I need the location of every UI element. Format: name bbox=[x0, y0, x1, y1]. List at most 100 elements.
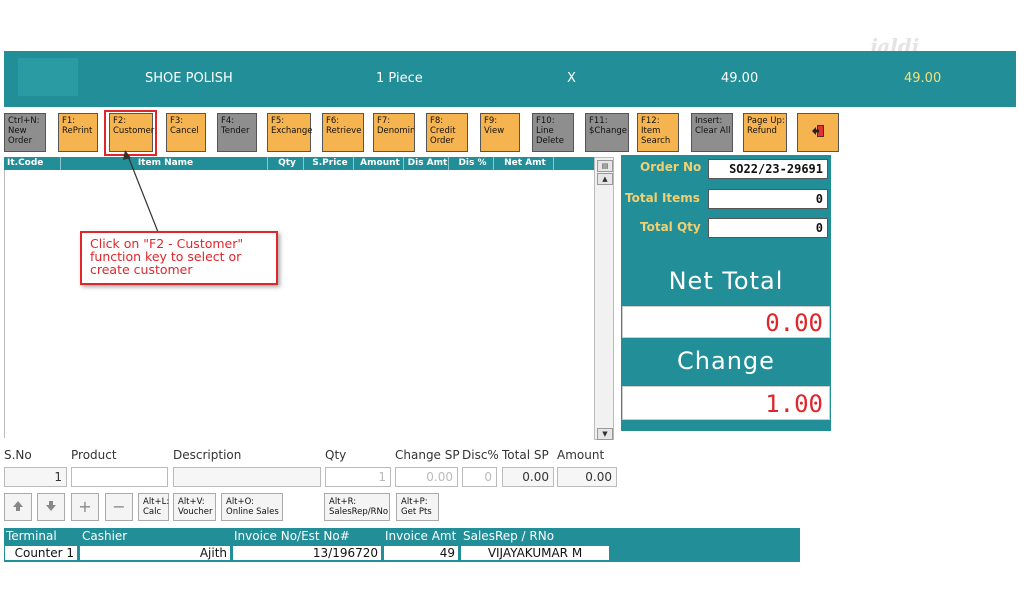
key-hint: F3: bbox=[170, 116, 184, 126]
key-label: $Change bbox=[589, 126, 627, 136]
key-hint: Alt+O: bbox=[226, 497, 255, 507]
salesrep-button[interactable]: Alt+R: SalesRep/RNo bbox=[324, 493, 390, 521]
key-hint: Ctrl+N: bbox=[8, 116, 40, 126]
exchange-button[interactable]: F5: Exchange bbox=[267, 113, 313, 152]
disc-label: Disc% bbox=[462, 448, 499, 462]
item-search-button[interactable]: F12: Item Search bbox=[637, 113, 679, 152]
column-header: S.Price bbox=[304, 157, 354, 170]
credit-order-button[interactable]: F8: Credit Order bbox=[426, 113, 468, 152]
order-no-field: SO22/23-29691 bbox=[708, 159, 828, 179]
qty-label: Qty bbox=[325, 448, 347, 462]
move-down-button[interactable] bbox=[37, 493, 65, 521]
plus-icon: + bbox=[78, 497, 92, 516]
amount-field: 0.00 bbox=[557, 467, 617, 487]
column-header: It.Code bbox=[4, 157, 61, 170]
reprint-button[interactable]: F1: RePrint bbox=[58, 113, 98, 152]
key-hint: F7: bbox=[377, 116, 391, 126]
key-hint: F9: bbox=[484, 116, 498, 126]
key-label: Online Sales bbox=[226, 507, 279, 517]
items-grid-scrollbar[interactable]: ▤ ▲ ▼ bbox=[594, 157, 614, 440]
view-button[interactable]: F9: View bbox=[480, 113, 520, 152]
items-grid[interactable] bbox=[4, 170, 595, 438]
total-sp-field: 0.00 bbox=[502, 467, 554, 487]
net-total-label: Net Total bbox=[668, 267, 784, 295]
change-value: 1.00 bbox=[622, 386, 830, 420]
total-items-label: Total Items bbox=[625, 191, 700, 205]
key-hint: F10: bbox=[536, 116, 555, 126]
key-hint: Page Up: bbox=[747, 116, 785, 126]
exit-button[interactable] bbox=[797, 113, 839, 152]
instruction-callout: Click on "F2 - Customer" function key to… bbox=[80, 231, 278, 285]
qty-input[interactable]: 1 bbox=[325, 467, 391, 487]
change-label: Change bbox=[677, 347, 775, 375]
store-logo bbox=[18, 58, 78, 96]
key-hint: Alt+P: bbox=[401, 497, 428, 507]
voucher-button[interactable]: Alt+V: Voucher bbox=[173, 493, 216, 521]
key-hint: F1: bbox=[62, 116, 76, 126]
cashier-value: Ajith bbox=[80, 546, 230, 560]
key-hint: F5: bbox=[271, 116, 285, 126]
banner-unit-price: 49.00 bbox=[721, 71, 759, 86]
key-label: Voucher bbox=[178, 507, 213, 517]
product-input[interactable] bbox=[71, 467, 168, 487]
net-total-value: 0.00 bbox=[622, 306, 830, 338]
sno-label: S.No bbox=[4, 448, 32, 462]
banner-quantity: 1 Piece bbox=[376, 71, 423, 86]
key-label: Search bbox=[641, 136, 671, 146]
total-qty-field: 0 bbox=[708, 218, 828, 238]
minus-icon: − bbox=[112, 497, 126, 516]
invoice-amt-value: 49 bbox=[384, 546, 458, 560]
move-up-button[interactable] bbox=[4, 493, 32, 521]
refund-button[interactable]: Page Up: Refund bbox=[743, 113, 787, 152]
key-label: Exchange bbox=[271, 126, 313, 136]
key-label: Cancel bbox=[170, 126, 199, 136]
key-hint: F11: bbox=[589, 116, 608, 126]
online-sales-button[interactable]: Alt+O: Online Sales bbox=[221, 493, 283, 521]
key-hint: Alt+R: bbox=[329, 497, 357, 507]
scroll-down-icon[interactable]: ▼ bbox=[597, 428, 613, 440]
scroll-up-icon[interactable]: ▲ bbox=[597, 173, 613, 185]
new-order-button[interactable]: Ctrl+N: New Order bbox=[4, 113, 46, 152]
key-label: View bbox=[484, 126, 505, 136]
key-label: Calc bbox=[143, 507, 162, 517]
salesrep-value: VIJAYAKUMAR M bbox=[461, 546, 609, 560]
decrease-qty-button[interactable]: − bbox=[105, 493, 133, 521]
description-field bbox=[173, 467, 321, 487]
key-hint: Alt+V: bbox=[178, 497, 205, 507]
key-label: Line bbox=[536, 126, 554, 136]
exit-icon bbox=[812, 125, 824, 137]
increase-qty-button[interactable]: + bbox=[71, 493, 99, 521]
change-sp-input[interactable]: 0.00 bbox=[395, 467, 458, 487]
retrieve-button[interactable]: F6: Retrieve bbox=[322, 113, 364, 152]
description-label: Description bbox=[173, 448, 242, 462]
column-header: Amount bbox=[354, 157, 404, 170]
tender-button[interactable]: F4: Tender bbox=[217, 113, 257, 152]
banner-multiplier: X bbox=[567, 71, 576, 86]
key-label: RePrint bbox=[62, 126, 93, 136]
column-header: Dis % bbox=[449, 157, 494, 170]
current-item-banner: SHOE POLISH 1 Piece X 49.00 49.00 bbox=[4, 51, 1016, 107]
terminal-value: Counter 1 bbox=[5, 546, 77, 560]
arrow-up-icon bbox=[13, 501, 23, 511]
clear-all-button[interactable]: Insert: Clear All bbox=[691, 113, 733, 152]
column-header: Net Amt bbox=[494, 157, 554, 170]
column-header: Qty bbox=[268, 157, 304, 170]
callout-arrow bbox=[123, 150, 159, 233]
denomination-button[interactable]: F7: Denomin bbox=[373, 113, 415, 152]
order-no-label: Order No bbox=[640, 160, 702, 174]
status-footer: Terminal Cashier Invoice No/Est No# Invo… bbox=[4, 528, 800, 562]
key-hint: F12: bbox=[641, 116, 660, 126]
calc-button[interactable]: Alt+L: Calc bbox=[138, 493, 169, 521]
key-hint: Alt+L: bbox=[143, 497, 170, 507]
key-label: Credit bbox=[430, 126, 456, 136]
change-button[interactable]: F11: $Change bbox=[585, 113, 629, 152]
cancel-button[interactable]: F3: Cancel bbox=[166, 113, 206, 152]
arrow-down-icon bbox=[46, 501, 56, 511]
grid-menu-icon[interactable]: ▤ bbox=[597, 160, 613, 172]
disc-input[interactable]: 0 bbox=[462, 467, 497, 487]
key-hint: F4: bbox=[221, 116, 235, 126]
line-delete-button[interactable]: F10: Line Delete bbox=[532, 113, 574, 152]
get-points-button[interactable]: Alt+P: Get Pts bbox=[396, 493, 439, 521]
salesrep-label: SalesRep / RNo bbox=[463, 529, 555, 543]
total-items-field: 0 bbox=[708, 189, 828, 209]
